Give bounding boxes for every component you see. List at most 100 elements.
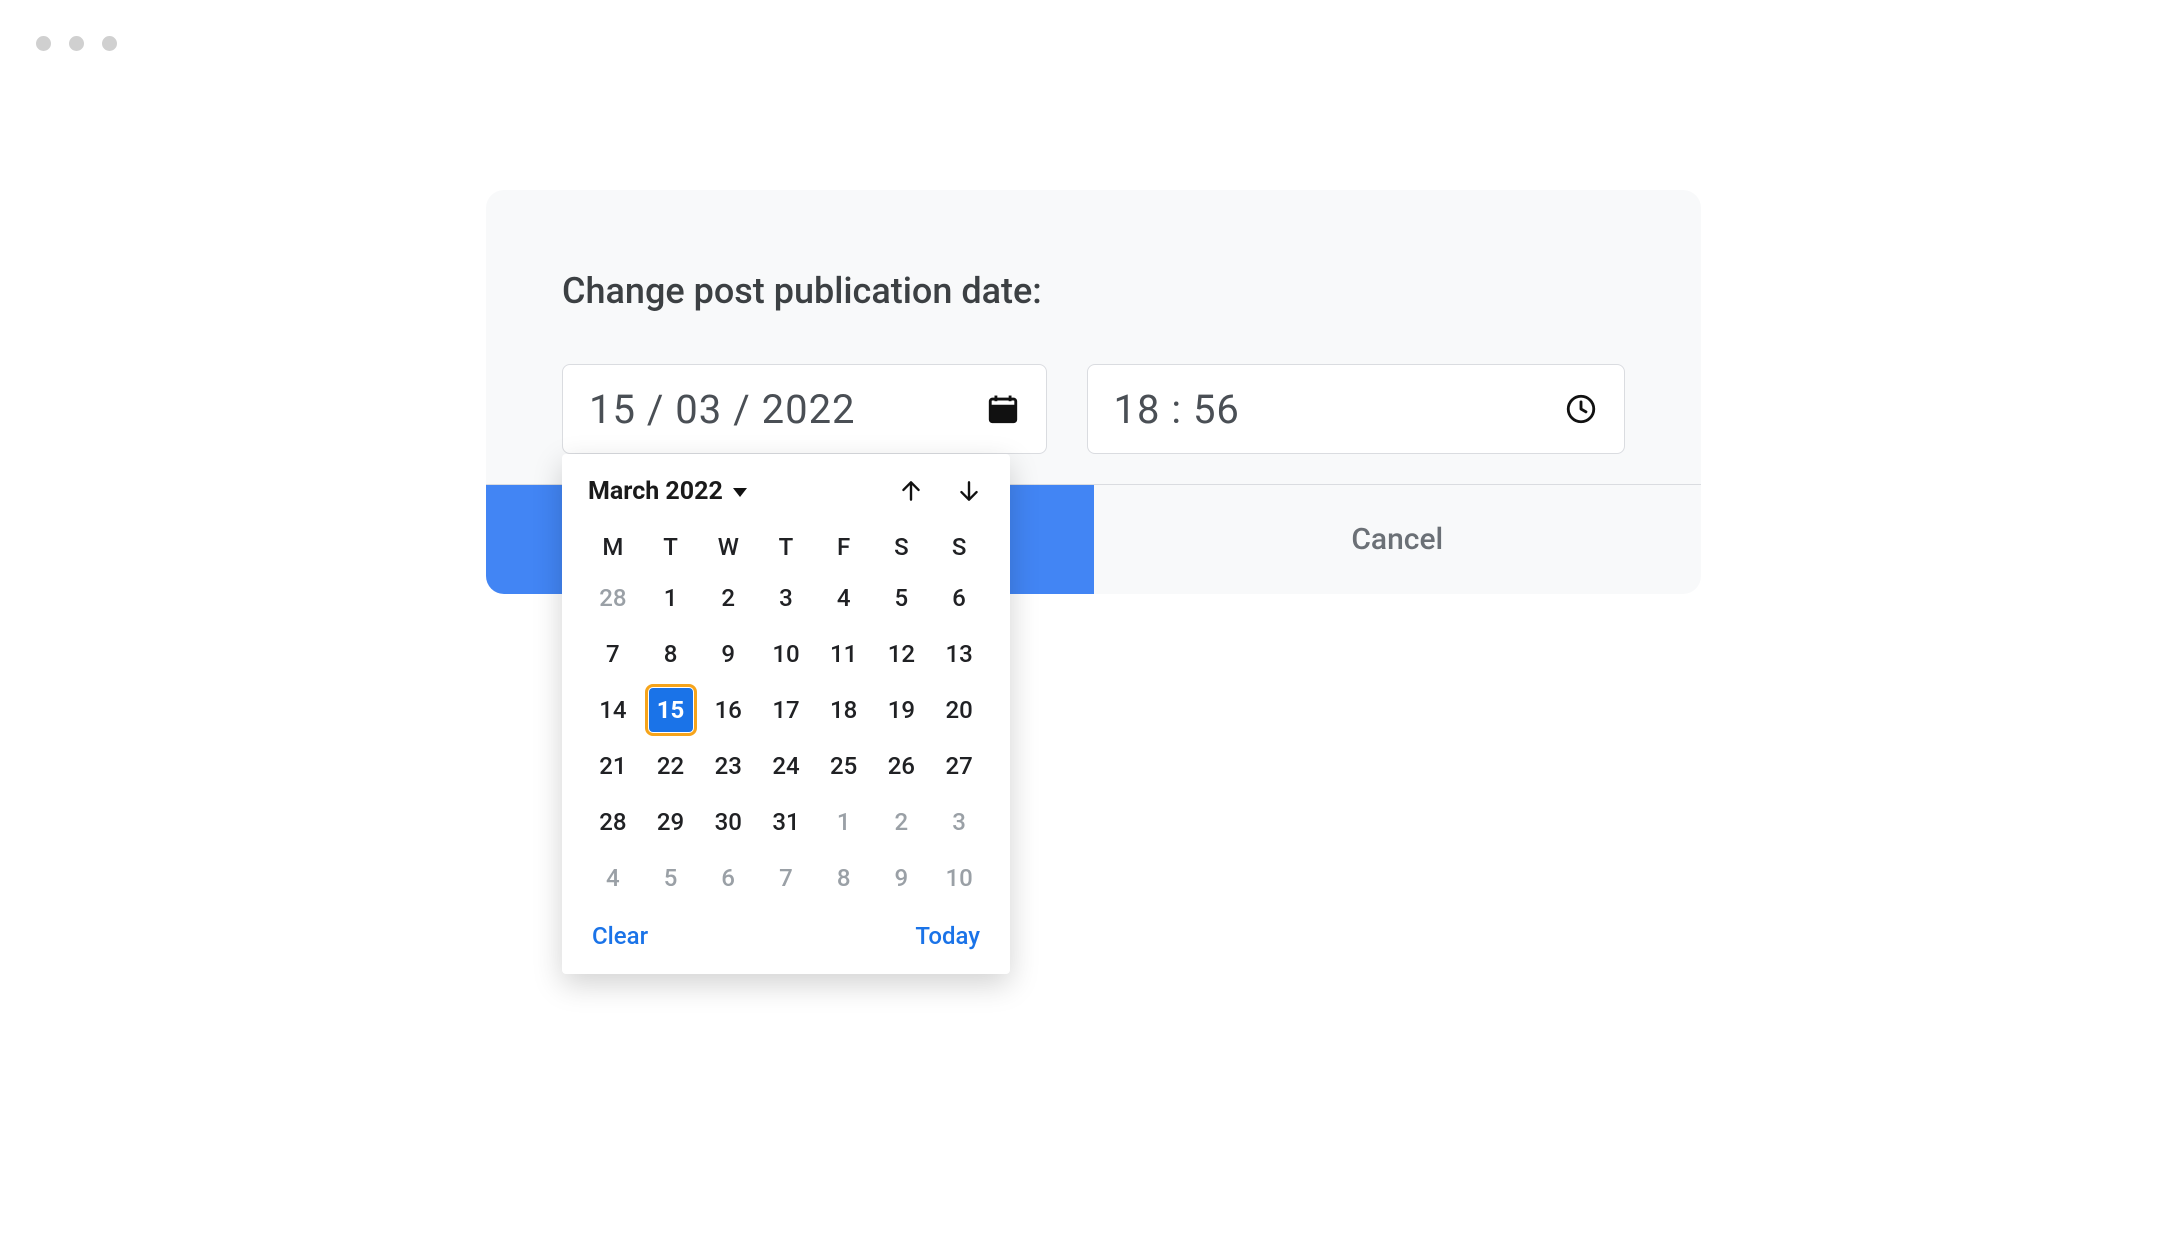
date-input-value: 15 / 03 / 2022 (589, 386, 856, 433)
traffic-dot (69, 36, 84, 51)
calendar-day-label: 20 (937, 688, 981, 732)
calendar-day-label: 9 (879, 856, 923, 900)
calendar-day[interactable]: 5 (873, 570, 931, 626)
calendar-day-label: 15 (649, 688, 693, 732)
calendar-day[interactable]: 6 (699, 850, 757, 906)
calendar-day[interactable]: 28 (584, 794, 642, 850)
month-nav (896, 476, 984, 506)
cancel-button[interactable]: Cancel (1094, 485, 1702, 594)
calendar-day[interactable]: 27 (930, 738, 988, 794)
calendar-day[interactable]: 9 (873, 850, 931, 906)
calendar-day[interactable]: 8 (815, 850, 873, 906)
next-month-button[interactable] (954, 476, 984, 506)
calendar-day-label: 10 (937, 856, 981, 900)
weekday-header: S (873, 524, 931, 570)
calendar-day[interactable]: 3 (757, 570, 815, 626)
date-input[interactable]: 15 / 03 / 2022 (562, 364, 1047, 454)
calendar-day[interactable]: 5 (642, 850, 700, 906)
prev-month-button[interactable] (896, 476, 926, 506)
calendar-day[interactable]: 26 (873, 738, 931, 794)
calendar-day-label: 16 (706, 688, 750, 732)
calendar-day[interactable]: 21 (584, 738, 642, 794)
calendar-day[interactable]: 7 (757, 850, 815, 906)
calendar-day[interactable]: 30 (699, 794, 757, 850)
calendar-week: 212223242526 27 (584, 738, 988, 794)
calendar-day[interactable]: 25 (815, 738, 873, 794)
calendar-day[interactable]: 7 (584, 626, 642, 682)
calendar-day[interactable]: 17 (757, 682, 815, 738)
calendar-icon (986, 392, 1020, 426)
calendar-day-label: 2 (706, 576, 750, 620)
clear-button[interactable]: Clear (592, 922, 648, 950)
calendar-day[interactable]: 24 (757, 738, 815, 794)
arrow-up-icon (898, 478, 924, 504)
calendar-day[interactable]: 6 (930, 570, 988, 626)
weekday-header: M (584, 524, 642, 570)
calendar-day[interactable]: 20 (930, 682, 988, 738)
calendar-day-label: 4 (822, 576, 866, 620)
calendar-day[interactable]: 19 (873, 682, 931, 738)
calendar-day-label: 5 (879, 576, 923, 620)
window-traffic-lights (36, 36, 117, 51)
calendar-day-label: 24 (764, 744, 808, 788)
cancel-button-label: Cancel (1351, 522, 1443, 557)
calendar-day-label: 6 (706, 856, 750, 900)
calendar-day[interactable]: 9 (699, 626, 757, 682)
calendar-day[interactable]: 22 (642, 738, 700, 794)
calendar-day-label: 5 (649, 856, 693, 900)
calendar-day[interactable]: 29 (642, 794, 700, 850)
calendar-day[interactable]: 1 (642, 570, 700, 626)
calendar-day-label: 29 (649, 800, 693, 844)
traffic-dot (102, 36, 117, 51)
calendar-day-label: 19 (879, 688, 923, 732)
calendar-day[interactable]: 4 (584, 850, 642, 906)
calendar-day[interactable]: 2 (699, 570, 757, 626)
calendar-day[interactable]: 18 (815, 682, 873, 738)
calendar-day[interactable]: 31 (757, 794, 815, 850)
today-button[interactable]: Today (915, 922, 980, 950)
calendar-day[interactable]: 2 (873, 794, 931, 850)
weekday-header: T (757, 524, 815, 570)
caret-down-icon (733, 488, 747, 497)
calendar-day[interactable]: 14 (584, 682, 642, 738)
weekday-header: S (930, 524, 988, 570)
calendar-day[interactable]: 4 (815, 570, 873, 626)
calendar-week: 28123456 (584, 570, 988, 626)
weekday-header: F (815, 524, 873, 570)
calendar-day[interactable]: 11 (815, 626, 873, 682)
calendar-day[interactable]: 1 (815, 794, 873, 850)
calendar-day[interactable]: 28 (584, 570, 642, 626)
calendar-day[interactable]: 13 (930, 626, 988, 682)
calendar-day[interactable]: 16 (699, 682, 757, 738)
calendar-day-label: 8 (649, 632, 693, 676)
calendar-day[interactable]: 23 (699, 738, 757, 794)
calendar-day-label: 4 (591, 856, 635, 900)
calendar-week: 7891011 1213 (584, 626, 988, 682)
calendar-day[interactable]: 10 (757, 626, 815, 682)
month-year-select[interactable]: March 2022 (588, 477, 747, 506)
calendar-week: 456789 10 (584, 850, 988, 906)
calendar-day-label: 27 (937, 744, 981, 788)
calendar-day[interactable]: 12 (873, 626, 931, 682)
datepicker-header: March 2022 (584, 476, 988, 514)
dialog-title: Change post publication date: (562, 270, 1625, 312)
calendar-day[interactable]: 10 (930, 850, 988, 906)
time-input[interactable]: 18 : 56 (1087, 364, 1626, 454)
month-year-label: March 2022 (588, 477, 723, 506)
calendar-day-label: 22 (649, 744, 693, 788)
calendar-day-label: 3 (764, 576, 808, 620)
arrow-down-icon (956, 478, 982, 504)
calendar-day-label: 26 (879, 744, 923, 788)
calendar-day[interactable]: 8 (642, 626, 700, 682)
calendar-day-label: 12 (879, 632, 923, 676)
calendar-week: 28 29 3031123 (584, 794, 988, 850)
calendar-day-label: 11 (822, 632, 866, 676)
calendar-day-label: 30 (706, 800, 750, 844)
time-input-value: 18 : 56 (1114, 386, 1240, 433)
calendar-day-label: 2 (879, 800, 923, 844)
calendar-day[interactable]: 15 (642, 682, 700, 738)
calendar-day[interactable]: 3 (930, 794, 988, 850)
weekday-header: T (642, 524, 700, 570)
calendar-day-label: 17 (764, 688, 808, 732)
calendar-day-label: 28 (591, 800, 635, 844)
